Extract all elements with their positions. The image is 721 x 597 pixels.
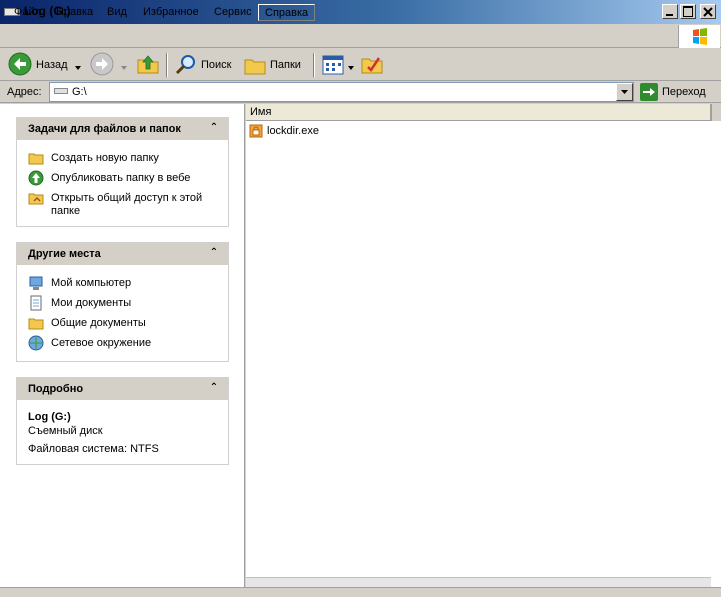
views-icon [322,55,344,75]
drive-icon [54,88,68,94]
publish-web-icon [28,170,44,186]
details-panel: Подробно ⌃ Log (G:) Съемный диск Файлова… [16,377,229,465]
file-item-lockdir[interactable]: lockdir.exe [267,125,319,137]
vertical-scrollbar[interactable] [711,104,721,121]
details-panel-title: Подробно [28,383,84,395]
menu-help[interactable]: Справка [258,4,316,21]
place-label: Общие документы [51,317,146,329]
close-button[interactable] [700,4,716,19]
forward-arrow-icon [90,52,114,76]
toolbar-separator [166,53,168,77]
menu-tools[interactable]: Сервис [208,4,258,21]
folders-button[interactable] [243,53,267,77]
maximize-button[interactable] [680,4,696,19]
up-button[interactable] [136,52,160,76]
search-label[interactable]: Поиск [201,59,231,71]
views-button[interactable] [321,53,345,77]
search-icon [175,55,195,75]
back-label[interactable]: Назад [36,59,68,71]
new-folder-icon [28,153,44,165]
address-value[interactable]: G:\ [72,86,87,98]
windows-logo [678,25,720,48]
back-arrow-icon [8,52,32,76]
column-header-name[interactable] [246,104,711,121]
place-label: Сетевое окружение [51,337,152,349]
my-computer-icon [29,276,43,290]
file-list[interactable] [246,104,721,597]
address-input[interactable] [49,82,634,102]
collapse-icon[interactable]: ⌃ [208,247,220,259]
search-button[interactable] [174,53,198,77]
details-type: Съемный диск [28,425,103,437]
menu-edit[interactable]: Правка [50,4,99,21]
tasks-panel: Задачи для файлов и папок ⌃ Создать нову… [16,117,229,227]
menu-bar [0,24,721,48]
sync-folder-button[interactable] [360,52,384,76]
forward-button[interactable] [90,52,114,76]
back-button[interactable] [8,52,32,76]
go-arrow-icon [643,88,655,96]
exe-file-icon [249,124,263,138]
address-dropdown-button[interactable] [616,83,633,101]
place-label: Мой компьютер [51,277,132,289]
minimize-button[interactable] [662,4,678,19]
collapse-icon[interactable]: ⌃ [208,382,220,394]
close-icon [703,7,713,17]
task-label: Создать новую папку [51,152,159,164]
toolbar-separator [313,53,315,77]
task-label: папке [51,205,81,217]
details-filesystem: Файловая система: NTFS [28,443,159,455]
tasks-panel-title: Задачи для файлов и папок [28,123,181,135]
go-button[interactable] [640,83,658,101]
tasks-panel-header[interactable]: Задачи для файлов и папок ⌃ [17,118,228,140]
up-folder-icon [137,55,159,74]
forward-dropdown-icon[interactable] [121,61,127,73]
go-label[interactable]: Переход [662,86,706,98]
my-documents-icon [30,295,42,311]
chevron-down-icon [621,90,628,94]
collapse-icon[interactable]: ⌃ [208,122,220,134]
details-panel-header[interactable]: Подробно ⌃ [17,378,228,400]
places-panel-title: Другие места [28,248,101,260]
task-label: Открыть общий доступ к этой [51,192,203,204]
views-dropdown-icon[interactable] [348,61,354,73]
menu-favorites[interactable]: Избранное [137,4,205,21]
address-label: Адрес: [7,86,42,98]
back-dropdown-icon[interactable] [75,61,81,73]
menu-view[interactable]: Вид [101,4,133,21]
menu-file[interactable]: Файл [8,4,47,21]
status-bar [0,587,721,597]
folders-label[interactable]: Папки [270,59,301,71]
shared-documents-icon [28,318,44,330]
place-label: Мои документы [51,297,132,309]
network-places-icon [28,335,44,351]
sync-folder-icon [361,57,383,74]
column-header-label: Имя [250,106,272,118]
horizontal-scrollbar[interactable] [246,577,711,587]
windows-flag-icon [693,28,707,45]
task-label: Опубликовать папку в вебе [51,172,191,184]
places-panel-header[interactable]: Другие места ⌃ [17,243,228,265]
folders-icon [244,59,266,75]
share-folder-icon [28,193,44,205]
places-panel: Другие места ⌃ Мой компьютер Мои докумен… [16,242,229,362]
details-name: Log (G:) [28,411,71,423]
